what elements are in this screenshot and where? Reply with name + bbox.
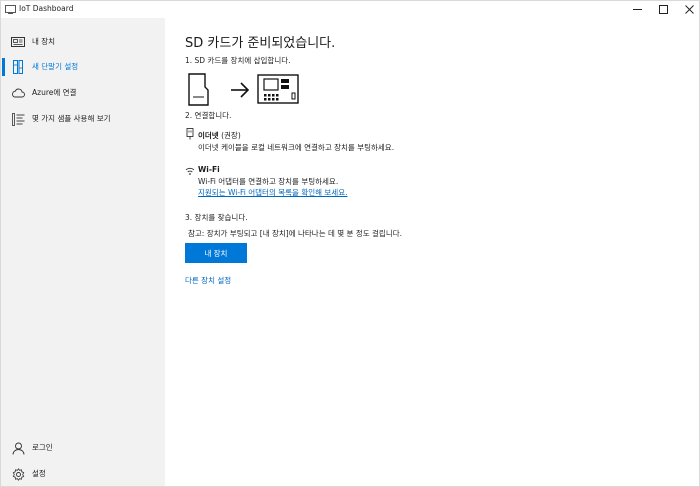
sidebar-item-label: 몇 가지 샘플 사용해 보기 <box>32 114 111 123</box>
close-icon <box>684 5 694 14</box>
setup-another-device-link[interactable]: 다른 장치 설정 <box>185 275 231 286</box>
board-icon <box>257 74 299 104</box>
step-insert-sd: 1. SD 카드를 장치에 삽입합니다. <box>185 56 291 65</box>
ethernet-icon <box>186 128 194 140</box>
arrow-right-icon <box>231 82 250 98</box>
minimize-icon <box>632 9 642 10</box>
recommended-label: (권장) <box>218 131 241 140</box>
board-setup-icon <box>11 60 25 74</box>
window-title: IoT Dashboard <box>19 4 74 13</box>
ethernet-title-text: 이더넷 <box>198 131 219 140</box>
gear-icon <box>11 467 25 481</box>
app-window: IoT Dashboard 내 장치 새 단말기 설정 Azure에 연결 몇 … <box>0 0 700 487</box>
sd-card-icon <box>188 73 209 106</box>
devices-icon <box>11 35 25 49</box>
maximize-button[interactable] <box>649 1 677 18</box>
sd-card-to-board-illustration <box>188 73 299 106</box>
step-connect: 2. 연결합니다. <box>185 111 232 120</box>
wifi-description: Wi-Fi 어댑터를 연결하고 장치를 부팅하세요. <box>198 177 339 186</box>
wifi-title: Wi-Fi <box>198 165 220 174</box>
title-bar: IoT Dashboard <box>1 1 699 18</box>
sidebar-item-azure[interactable]: Azure에 연결 <box>1 81 165 105</box>
sidebar-item-label: 설정 <box>32 469 46 478</box>
sidebar-item-label: 로그인 <box>32 443 53 452</box>
main-content: SD 카드가 준비되었습니다. 1. SD 카드를 장치에 삽입합니다. 2. … <box>185 18 685 478</box>
app-icon <box>5 5 16 14</box>
close-button[interactable] <box>675 1 700 18</box>
maximize-icon <box>658 5 668 14</box>
note-text: 참고: 장치가 부팅되고 [내 장치]에 나타나는 데 몇 분 정도 걸립니다. <box>188 229 403 238</box>
sidebar-item-settings[interactable]: 설정 <box>1 462 165 486</box>
my-devices-button[interactable]: 내 장치 <box>185 243 247 263</box>
person-icon <box>11 441 25 455</box>
cloud-icon <box>11 86 25 100</box>
ethernet-description: 이더넷 케이블을 로컬 네트워크에 연결하고 장치를 부팅하세요. <box>198 143 395 152</box>
selection-indicator <box>2 58 5 76</box>
sidebar-item-new-device-setup[interactable]: 새 단말기 설정 <box>1 55 165 79</box>
step-find-device: 3. 장치를 찾습니다. <box>185 213 248 222</box>
sidebar-item-label: 새 단말기 설정 <box>32 62 79 71</box>
sidebar-item-my-devices[interactable]: 내 장치 <box>1 30 165 54</box>
sidebar: 내 장치 새 단말기 설정 Azure에 연결 몇 가지 샘플 사용해 보기 로… <box>1 18 165 486</box>
sidebar-item-samples[interactable]: 몇 가지 샘플 사용해 보기 <box>1 107 165 131</box>
supported-wifi-adapters-link[interactable]: 지원되는 Wi-Fi 어댑터의 목록을 확인해 보세요. <box>198 187 348 198</box>
page-title: SD 카드가 준비되었습니다. <box>185 36 336 51</box>
sidebar-item-label: 내 장치 <box>32 37 56 46</box>
ethernet-title: 이더넷 (권장) <box>198 130 241 141</box>
sidebar-item-sign-in[interactable]: 로그인 <box>1 436 165 460</box>
wifi-icon <box>185 167 195 175</box>
samples-list-icon <box>11 112 25 126</box>
sidebar-item-label: Azure에 연결 <box>32 88 77 97</box>
minimize-button[interactable] <box>623 1 651 18</box>
